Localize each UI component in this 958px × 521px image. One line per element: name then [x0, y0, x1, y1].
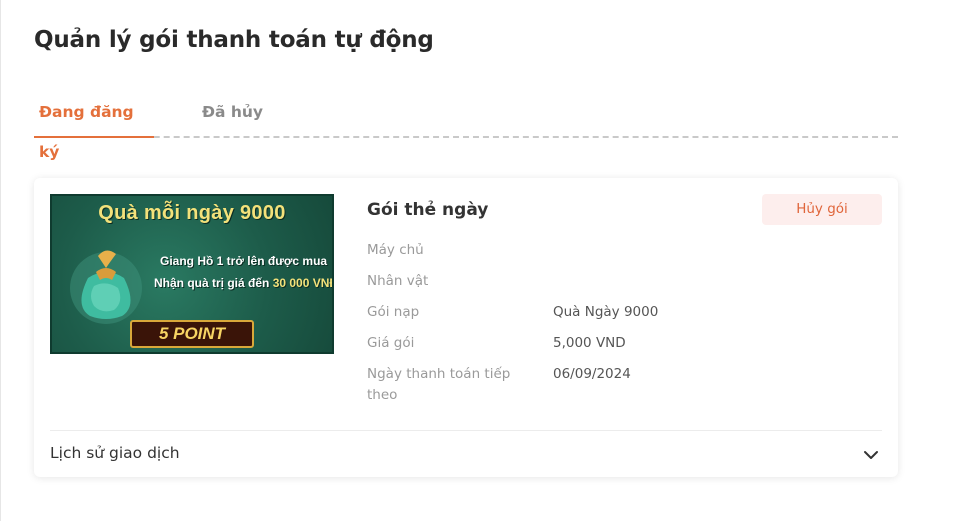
banner-title: Quà mỗi ngày 9000 [98, 202, 286, 224]
detail-label: Ngày thanh toán tiếp theo [367, 366, 511, 403]
detail-value: 06/09/2024 [553, 366, 631, 382]
banner-value: Nhận quà trị giá đến 30 000 VNĐ [154, 276, 334, 290]
detail-row-package: Gói nạp Quà Ngày 9000 [367, 302, 867, 333]
package-details: Máy chủ Nhân vật Gói nạp Quà Ngày 9000 G… [367, 240, 867, 403]
detail-row-price: Giá gói 5,000 VND [367, 333, 867, 364]
point-badge: 5 POINT [130, 320, 254, 348]
detail-row-next-payment: Ngày thanh toán tiếp theo 06/09/2024 [367, 364, 867, 403]
tab-subscribed[interactable]: Đang đăng ký [34, 92, 154, 161]
detail-label: Máy chủ [367, 242, 424, 258]
detail-value: 5,000 VND [553, 335, 626, 351]
package-name: Gói thẻ ngày [367, 200, 489, 220]
detail-value: Quà Ngày 9000 [553, 304, 659, 320]
package-banner-image: Quà mỗi ngày 9000 Giang Hồ 1 trở lên đượ… [50, 194, 334, 354]
detail-label: Giá gói [367, 335, 415, 351]
chevron-down-icon[interactable] [862, 446, 880, 464]
banner-requirement: Giang Hồ 1 trở lên được mua [160, 254, 328, 268]
detail-row-server: Máy chủ [367, 240, 867, 271]
page-title: Quản lý gói thanh toán tự động [34, 27, 434, 53]
detail-row-character: Nhân vật [367, 271, 867, 302]
cancel-package-button[interactable]: Hủy gói [762, 194, 882, 225]
detail-label: Gói nạp [367, 304, 420, 320]
detail-label: Nhân vật [367, 273, 429, 289]
gift-bag-icon [70, 250, 142, 324]
subscription-card: Quà mỗi ngày 9000 Giang Hồ 1 trở lên đượ… [34, 178, 898, 477]
divider [50, 430, 882, 431]
tab-cancelled[interactable]: Đã hủy [202, 92, 263, 136]
tab-bar: Đang đăng ký Đã hủy [34, 92, 898, 161]
transaction-history-toggle[interactable]: Lịch sử giao dịch [50, 444, 180, 462]
